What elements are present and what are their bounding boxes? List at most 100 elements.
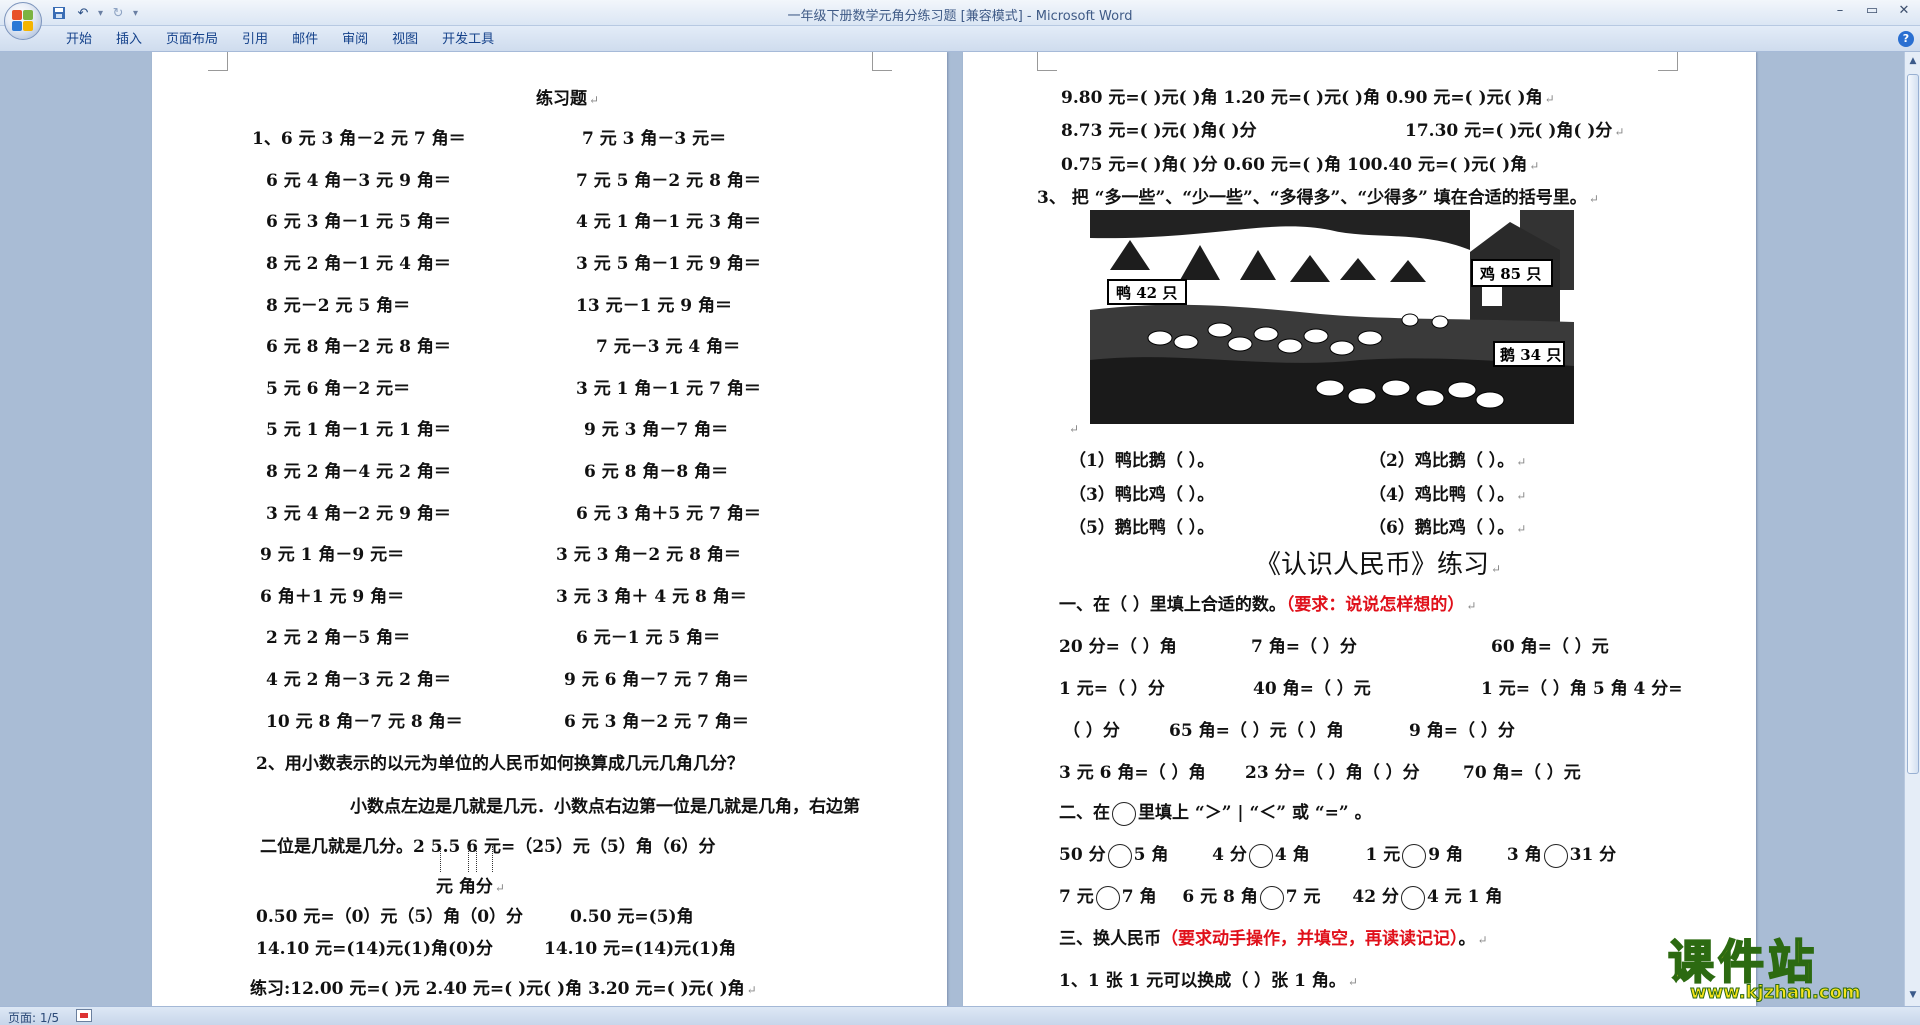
compare-3: （3）鸭比鸡（ ）。 xyxy=(1069,485,1215,505)
q1-left-9: 8 元 2 角－4 元 2 角＝ xyxy=(266,462,451,482)
conv-row-1: 9.80 元=( )元( )角 1.20 元=( )元( )角 0.90 元=(… xyxy=(1061,88,1555,108)
compare-5: （5）鹅比鸭（ ）。 xyxy=(1069,518,1215,538)
q1-left-11: 9 元 1 角－9 元＝ xyxy=(260,545,405,565)
q1-right-12: 3 元 3 角＋ 4 元 8 角＝ xyxy=(556,587,747,607)
q1-right-5: 13 元－1 元 9 角＝ xyxy=(576,296,732,316)
tab-home[interactable]: 开始 xyxy=(54,30,104,50)
conv-row-2a: 8.73 元=( )元( )角( )分 xyxy=(1061,121,1257,141)
office-button[interactable] xyxy=(4,2,42,40)
section-title: 《认识人民币》练习 ↵ xyxy=(1255,550,1502,580)
help-icon[interactable]: ? xyxy=(1898,31,1914,47)
compare-2: （2）鸡比鹅（ ）。 ↵ xyxy=(1369,451,1527,471)
farm-illustration: 鸭 42 只 鸡 85 只 鹅 34 只 xyxy=(1090,210,1574,424)
page-left[interactable]: 练习题 ↵ 1、6 元 3 角－2 元 7 角＝ 7 元 3 角－3 元＝ 6 元… xyxy=(152,52,947,1006)
compare-circle[interactable] xyxy=(1248,843,1273,868)
s1-r2-c1: 1 元=（ ）分 xyxy=(1059,679,1165,699)
tab-developer[interactable]: 开发工具 xyxy=(430,30,506,50)
minimize-icon[interactable]: – xyxy=(1824,0,1856,20)
example-1: 0.50 元=（0）元（5）角（0）分 xyxy=(256,907,524,927)
goose-sign: 鹅 34 只 xyxy=(1500,346,1561,364)
q1-left-4: 8 元 2 角－1 元 4 角＝ xyxy=(266,254,451,274)
compare-circle[interactable] xyxy=(1259,885,1284,910)
q1-right-9: 6 元 8 角－8 角＝ xyxy=(584,462,729,482)
page-count[interactable]: 页面: 1/5 xyxy=(8,1009,59,1025)
q2-line1: 小数点左边是几就是几元．小数点右边第一位是几就是几角，右边第 xyxy=(350,797,860,817)
tab-review[interactable]: 审阅 xyxy=(330,30,380,50)
compare-circle xyxy=(1112,801,1136,826)
s1-title: 一、在（ ）里填上合适的数。（要求：说说怎样想的） ↵ xyxy=(1059,595,1477,615)
tab-view[interactable]: 视图 xyxy=(380,30,430,50)
s2-row-2: 7 元7 角 6 元 8 角7 元 42 分4 元 1 角 xyxy=(1059,882,1502,910)
decimal-split-guides xyxy=(440,846,500,872)
q1-left-8: 5 元 1 角－1 元 1 角＝ xyxy=(266,420,451,440)
q1-right-13: 6 元－1 元 5 角＝ xyxy=(576,628,721,648)
page-right[interactable]: 9.80 元=( )元( )角 1.20 元=( )元( )角 0.90 元=(… xyxy=(963,52,1756,1006)
conv-row-3: 0.75 元=( )角( )分 0.60 元=( )角 100.40 元=( )… xyxy=(1061,155,1540,175)
status-bar: 页面: 1/5 xyxy=(0,1006,1920,1025)
tab-references[interactable]: 引用 xyxy=(230,30,280,50)
example-4: 14.10 元=(14)元(1)角 xyxy=(544,939,737,959)
compare-circle[interactable] xyxy=(1543,843,1568,868)
s1-r4-c3: 70 角=（ ）元 xyxy=(1463,763,1581,783)
watermark-url: www.kjzhan.com xyxy=(1690,982,1862,1004)
tab-page-layout[interactable]: 页面布局 xyxy=(154,30,230,50)
q1-left-10: 3 元 4 角－2 元 9 角＝ xyxy=(266,504,451,524)
page-corner-mark xyxy=(1658,52,1678,71)
s3-item-1: 1、1 张 1 元可以换成（ ）张 1 角。 ↵ xyxy=(1059,971,1358,991)
tab-mailings[interactable]: 邮件 xyxy=(280,30,330,50)
q1-right-15: 6 元 3 角－2 元 7 角＝ xyxy=(564,712,749,732)
s1-r2-c2: 40 角=（ ）元 xyxy=(1253,679,1371,699)
s3-requirement: （要求动手操作，并填空，再读读记记） xyxy=(1161,929,1459,949)
document-area: 练习题 ↵ 1、6 元 3 角－2 元 7 角＝ 7 元 3 角－3 元＝ 6 元… xyxy=(0,52,1904,1006)
compare-1: （1）鸭比鹅（ ）。 xyxy=(1069,451,1215,471)
window-title: 一年级下册数学元角分练习题 [兼容模式] - Microsoft Word xyxy=(787,9,1133,24)
image-paragraph-mark: ↵ xyxy=(1069,422,1080,436)
page-corner-mark xyxy=(208,52,228,71)
s1-r1-c3: 60 角=（ ）元 xyxy=(1491,637,1609,657)
q1-left-13: 2 元 2 角－5 角＝ xyxy=(266,628,411,648)
maximize-icon[interactable]: ▭ xyxy=(1856,0,1888,20)
q1-left-7: 5 元 6 角－2 元＝ xyxy=(266,379,411,399)
proofing-icon[interactable] xyxy=(76,1009,92,1022)
window-controls: – ▭ ✕ xyxy=(1824,0,1920,20)
s1-r3-c1: （ ）分 xyxy=(1063,721,1120,741)
q1-right-6: 7 元－3 元 4 角＝ xyxy=(596,337,741,357)
q3-title: 3、 把 “多一些”、“少一些”、“多得多”、“少得多” 填在合适的括号里。 ↵ xyxy=(1037,188,1599,208)
ribbon-tab-bar: 开始 插入 页面布局 引用 邮件 审阅 视图 开发工具 ? xyxy=(0,26,1920,52)
q1-right-8: 9 元 3 角－7 角＝ xyxy=(584,420,729,440)
page-corner-mark xyxy=(872,52,892,71)
practice-line: 练习:12.00 元=( )元 2.40 元=( )元( )角 3.20 元=(… xyxy=(250,979,757,999)
s1-r1-c1: 20 分=（ ）角 xyxy=(1059,637,1177,657)
close-icon[interactable]: ✕ xyxy=(1888,0,1920,20)
example-2: 0.50 元=(5)角 xyxy=(570,907,694,927)
q1-left-2: 6 元 4 角－3 元 9 角＝ xyxy=(266,171,451,191)
example-3: 14.10 元=(14)元(1)角(0)分 xyxy=(256,939,493,959)
scroll-up-icon[interactable]: ▲ xyxy=(1906,54,1920,68)
page-corner-mark xyxy=(1037,52,1057,71)
q1-right-2: 7 元 5 角－2 元 8 角＝ xyxy=(576,171,761,191)
compare-circle[interactable] xyxy=(1400,885,1425,910)
q1-left-3: 6 元 3 角－1 元 5 角＝ xyxy=(266,212,451,232)
compare-circle[interactable] xyxy=(1107,843,1132,868)
q1-right-4: 3 元 5 角－1 元 9 角＝ xyxy=(576,254,761,274)
q1-left-15: 10 元 8 角－7 元 8 角＝ xyxy=(266,712,463,732)
s2-title: 二、在 里填上 “＞” | “＜” 或 “=” 。 xyxy=(1059,798,1372,826)
q2-units: 元 角分 ↵ xyxy=(436,877,505,897)
s1-requirement: （要求：说说怎样想的） xyxy=(1285,595,1465,615)
compare-circle[interactable] xyxy=(1402,843,1427,868)
s3-title: 三、换人民币（要求动手操作，并填空，再读读记记）。 ↵ xyxy=(1059,929,1488,949)
s1-r4-c1: 3 元 6 角=（ ）角 xyxy=(1059,763,1206,783)
q1-right-3: 4 元 1 角－1 元 3 角＝ xyxy=(576,212,761,232)
tab-insert[interactable]: 插入 xyxy=(104,30,154,50)
scroll-thumb[interactable] xyxy=(1907,74,1919,774)
chicken-sign: 鸡 85 只 xyxy=(1479,265,1541,283)
q1-left-6: 6 元 8 角－2 元 8 角＝ xyxy=(266,337,451,357)
s2-row-1: 50 分5 角 4 分4 角 1 元9 角 3 角 31 分 xyxy=(1059,840,1616,868)
scroll-down-icon[interactable]: ▼ xyxy=(1906,988,1920,1002)
q1-right-1: 7 元 3 角－3 元＝ xyxy=(582,129,727,149)
compare-6: （6）鹅比鸡（ ）。 ↵ xyxy=(1369,518,1527,538)
vertical-scrollbar[interactable]: ▲ ▼ xyxy=(1904,52,1920,1006)
q1-left-5: 8 元－2 元 5 角＝ xyxy=(266,296,411,316)
q1-right-10: 6 元 3 角＋5 元 7 角＝ xyxy=(576,504,761,524)
compare-circle[interactable] xyxy=(1095,885,1120,910)
